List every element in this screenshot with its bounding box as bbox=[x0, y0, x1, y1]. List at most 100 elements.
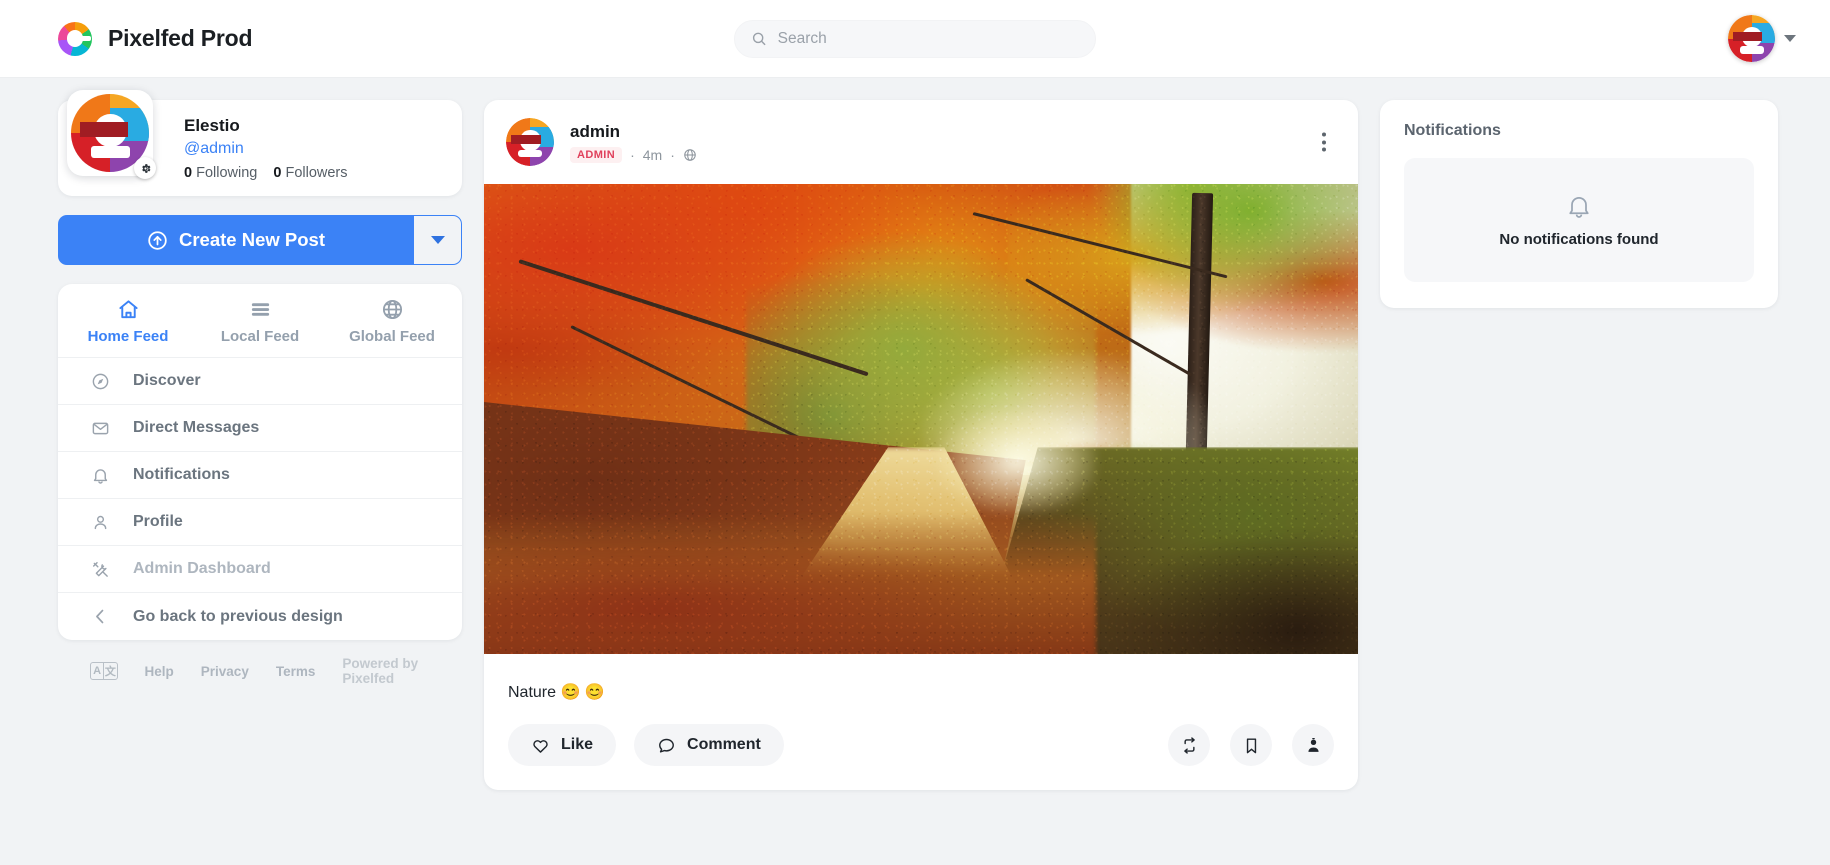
share-person-icon bbox=[1307, 737, 1319, 752]
tab-global-feed[interactable]: Global Feed bbox=[326, 298, 458, 357]
translate-cjk-glyph: 文 bbox=[104, 666, 116, 678]
comment-label: Comment bbox=[687, 736, 761, 753]
post-secondary-actions bbox=[1168, 724, 1334, 766]
sidebar-footer: A 文 Help Privacy Terms Powered by Pixelf… bbox=[58, 640, 462, 686]
brand[interactable]: Pixelfed Prod bbox=[58, 21, 253, 56]
translate-icon[interactable]: A 文 bbox=[90, 662, 118, 680]
search-input[interactable] bbox=[777, 29, 1079, 48]
bell-icon bbox=[1569, 196, 1589, 218]
notifications-empty-text: No notifications found bbox=[1499, 231, 1659, 248]
sidebar-item-label: Go back to previous design bbox=[133, 607, 343, 625]
sidebar-item-label: Notifications bbox=[133, 466, 230, 483]
app-title: Pixelfed Prod bbox=[108, 25, 253, 51]
person-icon bbox=[90, 513, 111, 532]
tab-local-feed[interactable]: Local Feed bbox=[194, 298, 326, 357]
profile-text: Elestio @admin 0 Following 0 Followers bbox=[184, 115, 348, 180]
account-menu[interactable] bbox=[1728, 15, 1796, 62]
post-card: admin ADMIN · 4m · Nature 😊 😊 Like Comme… bbox=[484, 100, 1358, 790]
like-label: Like bbox=[561, 736, 594, 753]
profile-card[interactable]: Elestio @admin 0 Following 0 Followers bbox=[58, 90, 462, 196]
sidebar-item-label: Discover bbox=[133, 372, 201, 389]
feed-tabs: Home Feed Local Feed Global Feed bbox=[58, 284, 462, 357]
sidebar-item-direct-messages[interactable]: Direct Messages bbox=[58, 405, 462, 452]
tab-label: Home Feed bbox=[87, 328, 169, 345]
top-bar: Pixelfed Prod bbox=[0, 0, 1830, 78]
footer-link-terms[interactable]: Terms bbox=[276, 664, 316, 679]
heart-icon bbox=[533, 739, 548, 753]
chevron-down-icon[interactable] bbox=[1784, 35, 1796, 42]
feed-column: admin ADMIN · 4m · Nature 😊 😊 Like Comme… bbox=[484, 100, 1358, 865]
sidebar-item-profile[interactable]: Profile bbox=[58, 499, 462, 546]
compass-icon bbox=[90, 372, 111, 391]
search-icon bbox=[752, 32, 766, 46]
profile-display-name: Elestio bbox=[184, 116, 240, 136]
post-meta: ADMIN · 4m · bbox=[570, 147, 697, 164]
autumn-forest-scene bbox=[484, 184, 1358, 654]
notifications-column: Notifications No notifications found bbox=[1380, 100, 1778, 865]
pixelfed-logo-icon bbox=[58, 21, 92, 56]
chevron-down-icon bbox=[430, 236, 445, 244]
followers-stat[interactable]: 0 Followers bbox=[273, 165, 347, 181]
share-button[interactable] bbox=[1292, 724, 1334, 766]
sidebar: Elestio @admin 0 Following 0 Followers C… bbox=[58, 90, 462, 865]
post-timestamp[interactable]: 4m bbox=[643, 147, 662, 163]
tab-home-feed[interactable]: Home Feed bbox=[62, 298, 194, 357]
profile-avatar-frame[interactable] bbox=[67, 90, 156, 179]
notifications-card: Notifications No notifications found bbox=[1380, 100, 1778, 308]
create-post-row: Create New Post bbox=[58, 215, 462, 265]
bell-icon bbox=[90, 466, 111, 485]
kebab-menu-icon bbox=[1322, 147, 1326, 152]
post-username[interactable]: admin bbox=[570, 121, 697, 143]
envelope-icon bbox=[90, 419, 111, 438]
chevron-left-icon bbox=[90, 607, 111, 626]
sidebar-item-label: Admin Dashboard bbox=[133, 560, 271, 577]
create-post-label: Create New Post bbox=[179, 229, 325, 250]
speech-bubble-icon bbox=[659, 738, 674, 753]
kebab-menu-icon bbox=[1322, 140, 1326, 144]
profile-handle[interactable]: @admin bbox=[184, 138, 348, 160]
notifications-empty-state: No notifications found bbox=[1404, 158, 1754, 282]
profile-stats: 0 Following 0 Followers bbox=[184, 165, 348, 181]
repost-icon bbox=[1183, 736, 1195, 754]
translate-latin-glyph: A bbox=[91, 663, 105, 679]
navigation-card: Home Feed Local Feed Global Feed Discove… bbox=[58, 284, 462, 640]
sidebar-item-label: Direct Messages bbox=[133, 419, 260, 436]
sidebar-item-discover[interactable]: Discover bbox=[58, 358, 462, 405]
user-avatar[interactable] bbox=[1728, 15, 1775, 62]
gear-icon[interactable] bbox=[134, 157, 156, 179]
create-post-dropdown-toggle[interactable] bbox=[414, 215, 462, 265]
post-caption: Nature 😊 😊 bbox=[508, 684, 605, 701]
post-author-avatar[interactable] bbox=[506, 118, 554, 166]
post-image[interactable] bbox=[484, 184, 1358, 654]
meta-separator: · bbox=[630, 147, 635, 164]
notifications-title: Notifications bbox=[1404, 122, 1501, 139]
sidebar-item-label: Profile bbox=[133, 513, 183, 530]
sidebar-item-admin-dashboard[interactable]: Admin Dashboard bbox=[58, 546, 462, 593]
footer-link-help[interactable]: Help bbox=[145, 664, 174, 679]
repost-button[interactable] bbox=[1168, 724, 1210, 766]
bookmark-button[interactable] bbox=[1230, 724, 1272, 766]
footer-powered-by: Powered by Pixelfed bbox=[342, 656, 419, 686]
home-icon bbox=[118, 300, 138, 319]
footer-link-privacy[interactable]: Privacy bbox=[201, 664, 249, 679]
tools-icon bbox=[90, 560, 111, 579]
create-new-post-button[interactable]: Create New Post bbox=[58, 215, 414, 265]
comment-button[interactable]: Comment bbox=[634, 724, 784, 766]
globe-icon bbox=[684, 149, 696, 161]
like-button[interactable]: Like bbox=[508, 724, 617, 766]
post-header: admin ADMIN · 4m · bbox=[484, 100, 1358, 184]
post-menu-button[interactable] bbox=[1316, 127, 1332, 158]
sidebar-item-go-back-previous-design[interactable]: Go back to previous design bbox=[58, 593, 462, 640]
meta-separator: · bbox=[670, 147, 675, 164]
post-author-info: admin ADMIN · 4m · bbox=[570, 121, 697, 164]
status-badge: ADMIN bbox=[570, 147, 623, 164]
bookmark-icon bbox=[1246, 737, 1256, 753]
tab-label: Local Feed bbox=[220, 328, 300, 345]
search-bar[interactable] bbox=[734, 19, 1096, 58]
globe-icon bbox=[382, 299, 402, 320]
arrow-up-circle-icon bbox=[148, 230, 167, 250]
kebab-menu-icon bbox=[1322, 132, 1326, 137]
following-stat[interactable]: 0 Following bbox=[184, 165, 257, 181]
sidebar-item-notifications[interactable]: Notifications bbox=[58, 452, 462, 499]
page-body: Elestio @admin 0 Following 0 Followers C… bbox=[0, 78, 1830, 865]
